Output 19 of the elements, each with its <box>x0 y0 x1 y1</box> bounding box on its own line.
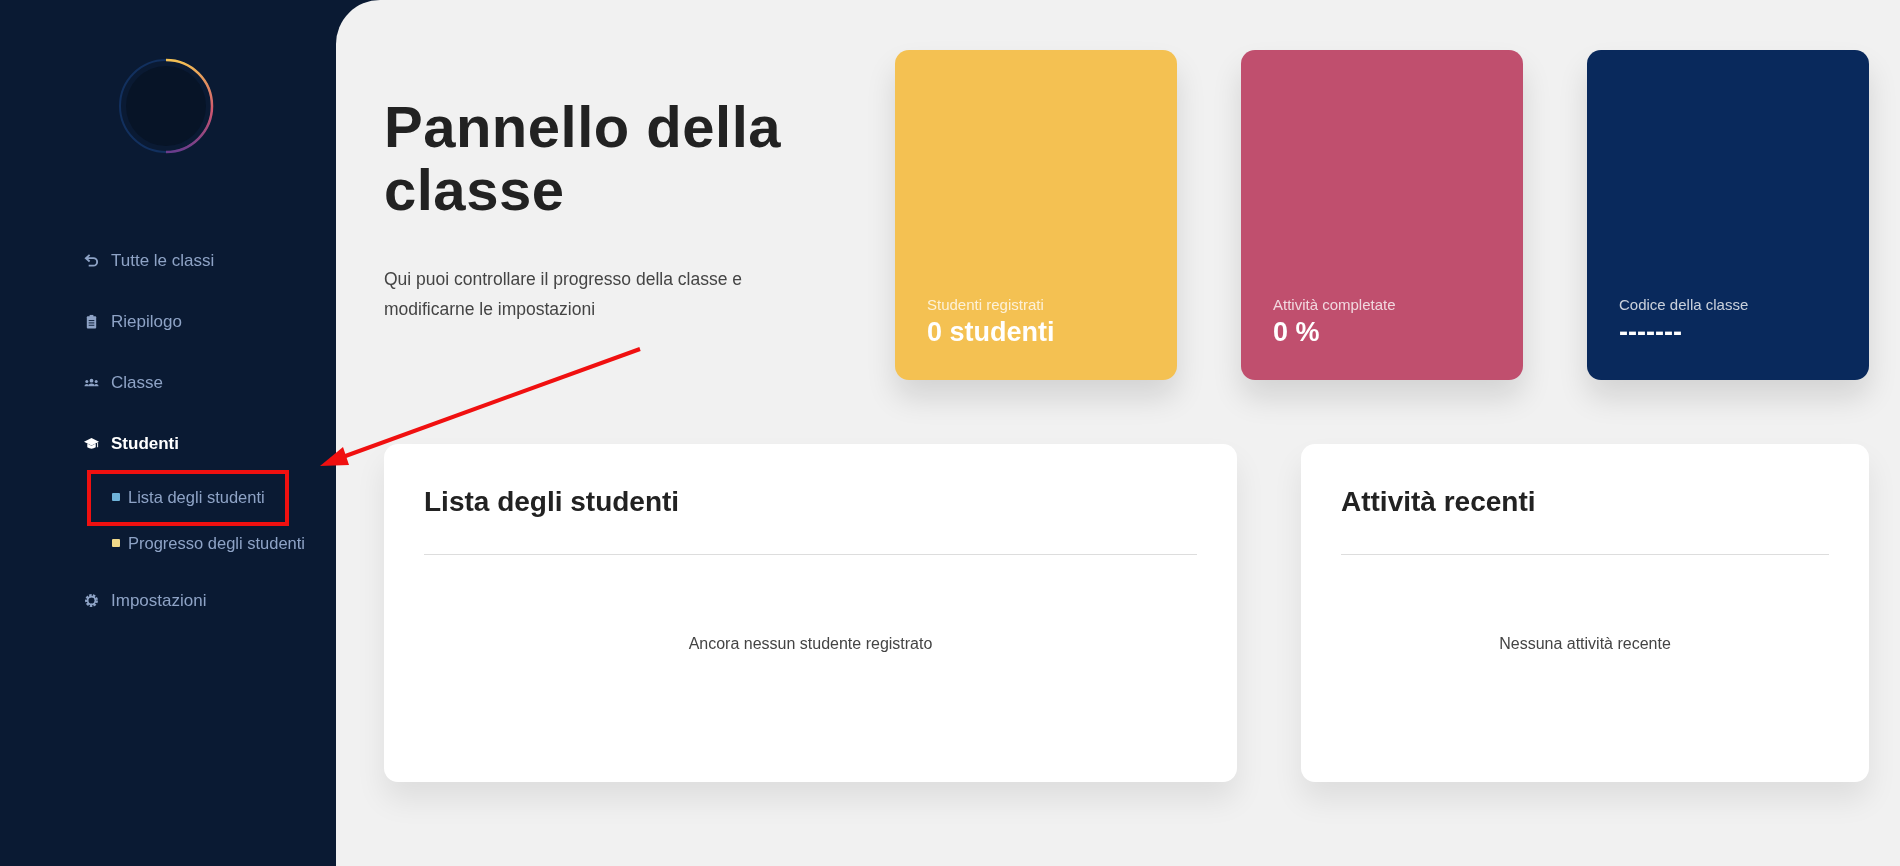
menu-item[interactable]: Studenti <box>84 413 336 474</box>
stat-value: 0 studenti <box>927 317 1056 348</box>
stat-label: Studenti registrati <box>927 296 1045 313</box>
panel-title: Attività recenti <box>1341 485 1537 519</box>
page-title: Pannello della classe <box>384 96 782 222</box>
empty-message: Ancora nessun studente registrato <box>688 635 933 654</box>
submenu-item[interactable]: Progresso degli studenti <box>112 520 336 566</box>
page-subtitle: Qui puoi controllare il progresso della classe e modificarne le impostazioni <box>384 268 743 321</box>
stat-value: ------- <box>1619 317 1683 348</box>
menu-item[interactable]: Impostazioni <box>84 570 336 631</box>
panel-title: Lista degli studenti <box>424 485 681 519</box>
menu-item[interactable]: Classe <box>84 352 336 413</box>
empty-message: Nessuna attività recente <box>1499 635 1671 654</box>
menu-item[interactable]: Tutte le classi <box>84 230 336 291</box>
submenu-item[interactable]: Lista degli studenti <box>112 474 336 520</box>
stat-label: Attività completate <box>1273 296 1397 313</box>
menu-item[interactable]: Riepilogo <box>84 291 336 352</box>
stat-label: Codice della classe <box>1619 296 1750 313</box>
stat-value: 0 % <box>1273 317 1321 348</box>
